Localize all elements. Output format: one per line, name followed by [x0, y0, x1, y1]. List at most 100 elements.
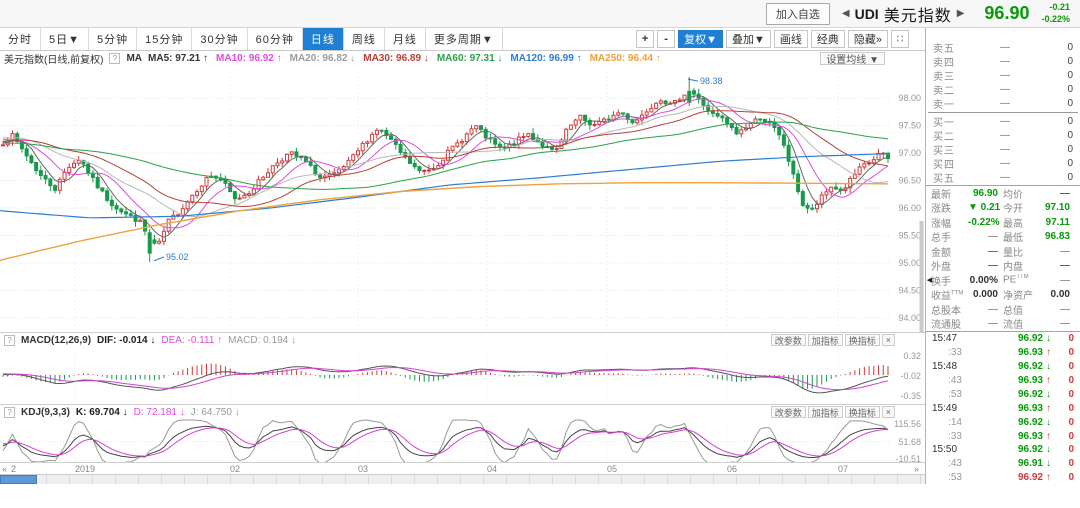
quote-value: —: [1040, 260, 1075, 271]
pane-close-button[interactable]: ×: [882, 406, 895, 418]
order-book-volume: 0: [1043, 130, 1073, 141]
period-tab-30分钟[interactable]: 30分钟: [192, 28, 247, 50]
quote-label: 总股本: [931, 302, 968, 317]
pane-button-改参数[interactable]: 改参数: [771, 406, 806, 418]
period-tab-更多周期[interactable]: 更多周期▼: [426, 28, 503, 50]
navigator-thumb[interactable]: [0, 475, 37, 484]
period-tab-月线[interactable]: 月线: [385, 28, 426, 50]
zoom-in-button[interactable]: +: [636, 30, 654, 48]
tick-row[interactable]: :5396.92↓0: [926, 387, 1080, 401]
svg-text:98.00: 98.00: [898, 93, 921, 103]
period-tab-分时[interactable]: 分时: [0, 28, 41, 50]
macd-chart[interactable]: 0.32-0.02-0.35: [0, 347, 925, 404]
draw-line-button[interactable]: 画线: [774, 30, 808, 48]
tick-time: :14: [932, 417, 966, 428]
date-label: 2: [11, 464, 16, 474]
ma-settings-button[interactable]: 设置均线 ▼: [820, 52, 885, 65]
tick-direction-icon: ↓: [1043, 444, 1054, 455]
order-book-row: 卖二—0: [926, 83, 1080, 97]
quote-value: —: [968, 260, 1003, 271]
order-book: 卖五—0卖四—0卖三—0卖二—0卖一—0买一—0买二—0买三—0买四—0买五—0: [926, 28, 1080, 185]
panel-collapse-handle[interactable]: ◀: [926, 266, 933, 294]
quote-label: 流值: [1003, 316, 1040, 331]
tick-direction-icon: ↑: [1043, 472, 1054, 483]
svg-text:96.50: 96.50: [898, 176, 921, 186]
period-tab-5日[interactable]: 5日▼: [41, 28, 89, 50]
order-book-volume: 0: [1043, 144, 1073, 155]
pane-button-加指标[interactable]: 加指标: [808, 334, 843, 346]
period-tab-日线[interactable]: 日线: [303, 28, 344, 50]
tick-time: 15:49: [932, 403, 966, 414]
classic-mode-button[interactable]: 经典: [811, 30, 845, 48]
quote-value: —: [968, 246, 1003, 257]
scroll-left-button[interactable]: «: [2, 464, 7, 474]
tick-row[interactable]: 15:5096.92↓0: [926, 443, 1080, 457]
quote-detail-row: 涨跌▼ 0.21今开97.10: [926, 200, 1080, 215]
period-tab-15分钟[interactable]: 15分钟: [137, 28, 192, 50]
svg-text:98.38: 98.38: [700, 76, 723, 86]
tick-row[interactable]: :3396.93↑0: [926, 346, 1080, 360]
zoom-out-button[interactable]: -: [657, 30, 675, 48]
svg-text:51.68: 51.68: [898, 437, 921, 447]
tick-row[interactable]: :1496.92↓0: [926, 415, 1080, 429]
kdj-name: KDJ(9,3,3): [21, 407, 70, 418]
kdj-d-value: D: 72.181 ↓: [134, 407, 185, 418]
tick-row[interactable]: 15:4996.93↑0: [926, 401, 1080, 415]
tick-price: 96.93: [966, 431, 1043, 442]
period-tab-5分钟[interactable]: 5分钟: [89, 28, 137, 50]
quote-detail-row: 外盘—内盘—: [926, 258, 1080, 273]
period-tab-60分钟[interactable]: 60分钟: [248, 28, 303, 50]
quote-label: 量比: [1003, 244, 1040, 259]
prev-symbol-icon[interactable]: ◀: [842, 8, 850, 19]
pane-button-改参数[interactable]: 改参数: [771, 334, 806, 346]
overlay-dropdown[interactable]: 叠加▼: [726, 30, 771, 48]
help-icon[interactable]: ?: [4, 335, 15, 346]
date-label-2019: 2019: [75, 464, 95, 474]
order-book-row: 卖三—0: [926, 68, 1080, 82]
help-icon[interactable]: ?: [109, 53, 120, 64]
tick-volume: 0: [1054, 417, 1074, 428]
help-icon[interactable]: ?: [4, 407, 15, 418]
ma-value-item: MA10: 96.92 ↑: [216, 53, 282, 64]
tick-list[interactable]: 15:4796.92↓0:3396.93↑015:4896.92↓0:4396.…: [926, 331, 1080, 484]
tick-time: :43: [932, 375, 966, 386]
quote-value: -0.22%: [968, 217, 1003, 228]
main-price-chart[interactable]: 98.0097.5097.0096.5096.0095.5095.0094.50…: [0, 66, 925, 332]
chart-navigator[interactable]: [0, 474, 925, 484]
tick-volume: 0: [1054, 361, 1074, 372]
tick-row[interactable]: 15:4796.92↓0: [926, 332, 1080, 346]
ma-value-item: MA5: 97.21 ↑: [148, 53, 208, 64]
order-book-level-label: 卖三: [933, 68, 967, 83]
order-book-price-dash: —: [967, 158, 1043, 169]
kdj-chart[interactable]: 115.5651.68-10.51: [0, 419, 925, 462]
tick-direction-icon: ↑: [1043, 431, 1054, 442]
date-label-04: 04: [487, 464, 497, 474]
pane-button-加指标[interactable]: 加指标: [808, 406, 843, 418]
order-book-volume: 0: [1043, 56, 1073, 67]
period-tab-周线[interactable]: 周线: [344, 28, 385, 50]
tick-row[interactable]: :3396.93↑0: [926, 429, 1080, 443]
tick-row[interactable]: 15:4896.92↓0: [926, 360, 1080, 374]
scroll-right-button[interactable]: »: [914, 464, 919, 474]
pane-button-换指标[interactable]: 换指标: [845, 406, 880, 418]
quote-label: PETTM: [1003, 274, 1040, 285]
tick-row[interactable]: :4396.93↑0: [926, 374, 1080, 388]
tick-row[interactable]: :4396.91↓0: [926, 457, 1080, 471]
tick-price: 96.93: [966, 403, 1043, 414]
adjust-dropdown[interactable]: 复权▼: [678, 30, 723, 48]
add-watchlist-button[interactable]: 加入自选: [766, 3, 830, 25]
quote-value: 0.00%: [968, 275, 1003, 286]
quote-value: —: [1040, 304, 1075, 315]
order-book-price-dash: —: [967, 70, 1043, 81]
tick-row[interactable]: :5396.92↑0: [926, 471, 1080, 484]
fullscreen-button[interactable]: [891, 30, 909, 48]
pane-close-button[interactable]: ×: [882, 334, 895, 346]
order-book-volume: 0: [1043, 98, 1073, 109]
svg-text:-10.51: -10.51: [895, 454, 921, 462]
hide-panel-button[interactable]: 隐藏»: [848, 30, 888, 48]
quote-detail-row: 总股本—总值—: [926, 302, 1080, 317]
pane-button-换指标[interactable]: 换指标: [845, 334, 880, 346]
svg-text:97.00: 97.00: [898, 148, 921, 158]
order-book-volume: 0: [1043, 172, 1073, 183]
next-symbol-icon[interactable]: ▶: [957, 8, 965, 19]
